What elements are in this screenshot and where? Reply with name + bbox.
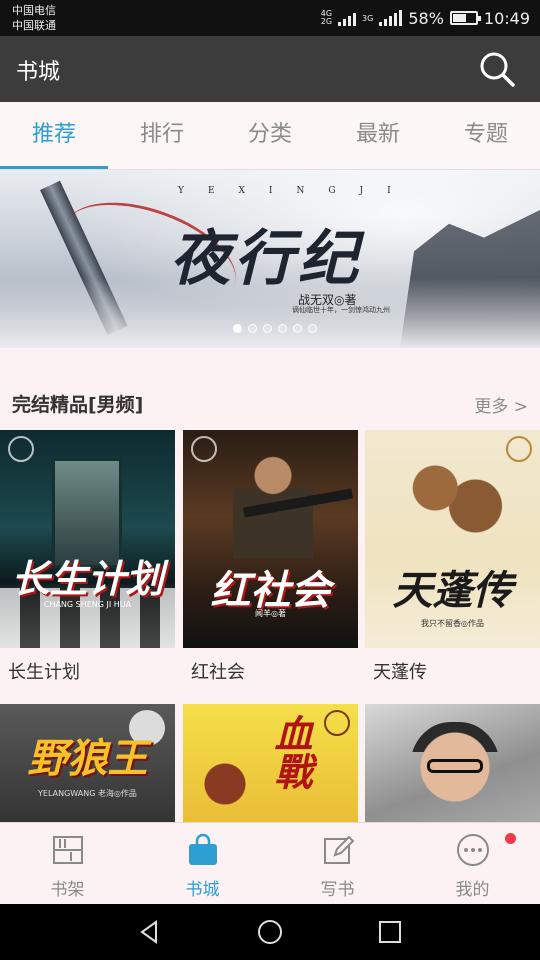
tab-category[interactable]: 分类 [216,102,324,169]
cover-art-fighters [193,744,273,822]
cover-subtitle: 闻羊◎著 [255,609,286,618]
signal-icon [338,10,357,26]
banner-tagline: 谪仙临世十年，一剑惊鸿动九州 [292,306,390,314]
page-title: 书城 [16,60,61,85]
network-3g-label: 3G [362,13,374,23]
network-type-icon: 4G 2G [320,9,333,26]
signal-icon-2 [379,10,403,26]
nav-bookshelf[interactable]: 书架 [0,823,135,904]
book-list: 完结精品[男频] 更多 > 长生计划 CHANG SHENG JI HUA 长生… [0,348,540,822]
carrier-info: 中国电信 中国联通 [12,3,56,33]
cover-title: 长生计划 [11,556,164,601]
profile-chat-icon [456,834,489,866]
page-dot[interactable] [263,324,272,333]
category-tabs: 推荐 排行 分类 最新 专题 [0,102,540,170]
cover-art-glasses [427,759,483,773]
book-cover: 血戰 [183,704,358,822]
banner-pinyin: YEXINGJI [178,186,415,196]
tab-ranking[interactable]: 排行 [108,102,216,169]
cover-subtitle: 我只不留香◎作品 [421,619,484,628]
book-cover: 红社会 闻羊◎著 [183,430,358,648]
carrier-secondary: 中国联通 [12,19,56,32]
banner-page-indicator [233,324,317,333]
more-link[interactable]: 更多 > [474,392,528,417]
section-title: 完结精品[男频] [12,394,144,416]
carrier-primary: 中国电信 [12,4,56,17]
nav-mine[interactable]: 我的 [405,823,540,904]
cover-subtitle: YELANGWANG 老海◎作品 [38,789,137,798]
publisher-logo-icon [324,710,350,736]
book-title: 长生计划 [8,662,80,683]
system-navigation-bar [0,904,540,960]
publisher-logo-icon [8,436,34,462]
search-icon[interactable] [478,50,516,88]
clock: 10:49 [483,8,530,28]
book-cover [365,704,540,822]
page-dot[interactable] [233,324,242,333]
tab-recommend[interactable]: 推荐 [0,102,108,169]
cover-title: 天蓬传 [392,567,513,614]
bottom-navigation: 书架 书城 写书 我的 [0,822,540,904]
nav-label: 书架 [50,880,85,900]
nav-label: 写书 [320,880,355,900]
book-cover: 野狼王 YELANGWANG 老海◎作品 [0,704,175,822]
page-dot[interactable] [293,324,302,333]
cover-title: 野狼王 [27,735,148,782]
status-indicators: 4G 2G 3G 58% 10:49 [321,6,530,30]
status-bar: 中国电信 中国联通 4G 2G 3G 58% 10:49 [0,0,540,36]
battery-icon [449,11,481,25]
publisher-logo-icon [191,436,217,462]
app-bar: 书城 [0,36,540,102]
page-dot[interactable] [278,324,287,333]
nav-bookstore[interactable]: 书城 [135,823,270,904]
promo-banner[interactable]: YEXINGJI 夜行纪 战无双◎著 谪仙临世十年，一剑惊鸿动九州 [0,170,540,348]
tab-topics[interactable]: 专题 [432,102,540,169]
nav-write[interactable]: 写书 [270,823,405,904]
tab-latest[interactable]: 最新 [324,102,432,169]
back-icon[interactable] [136,918,164,946]
book-title: 天蓬传 [373,662,427,683]
battery-percent: 58% [408,8,444,28]
bookstore-bag-icon [188,833,217,865]
book-title: 红社会 [191,662,245,683]
cover-title: 血戰 [268,714,313,790]
notification-badge [504,833,516,844]
recent-apps-icon[interactable] [376,918,404,946]
cover-art-characters [395,452,510,572]
write-edit-icon [323,835,354,864]
nav-label: 书城 [185,880,220,900]
book-cover: 长生计划 CHANG SHENG JI HUA [0,430,175,648]
banner-title: 夜行纪 [170,224,362,294]
bookshelf-icon [52,836,83,864]
home-icon[interactable] [256,918,284,946]
book-cover: 天蓬传 我只不留香◎作品 [365,430,540,648]
page-dot[interactable] [308,324,317,333]
cover-subtitle: CHANG SHENG JI HUA [43,600,132,609]
page-dot[interactable] [248,324,257,333]
nav-label: 我的 [455,880,490,900]
